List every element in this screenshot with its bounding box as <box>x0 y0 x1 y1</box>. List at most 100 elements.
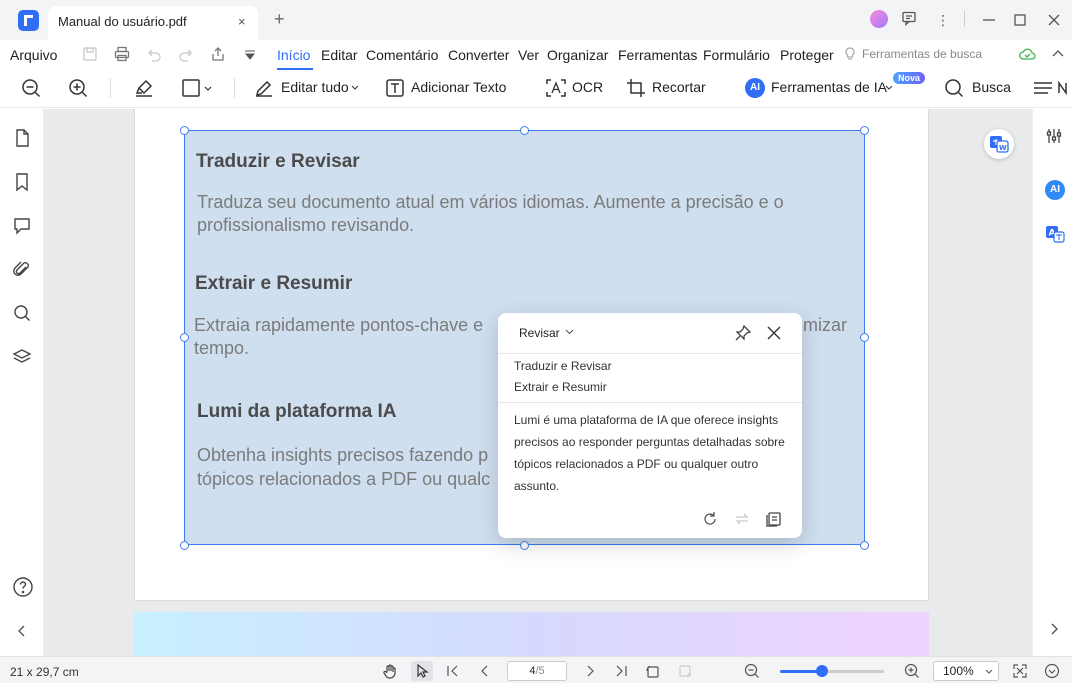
page-number-input[interactable]: 4/5 <box>507 661 567 681</box>
resize-handle[interactable] <box>520 126 529 135</box>
close-window-icon[interactable] <box>1047 10 1067 30</box>
ai-assistant-popup: Revisar Traduzir e Revisar Extrair e Res… <box>498 313 802 538</box>
menu-comment[interactable]: Comentário <box>366 47 438 63</box>
menu-file[interactable]: Arquivo <box>10 47 57 63</box>
ai-mode-dropdown: Traduzir e Revisar Extrair e Resumir <box>498 353 802 403</box>
search-label: Busca <box>972 79 1011 95</box>
resize-handle[interactable] <box>180 126 189 135</box>
next-page-icon[interactable] <box>582 663 598 679</box>
dropdown-option-summarize[interactable]: Extrair e Resumir <box>514 380 607 394</box>
menu-edit[interactable]: Editar <box>321 47 358 63</box>
collapse-right-icon[interactable] <box>1045 620 1063 638</box>
close-tab-icon[interactable]: × <box>238 14 246 29</box>
bookmark-icon[interactable] <box>12 172 32 192</box>
ai-tools-label: Ferramentas de IA <box>771 79 887 95</box>
pin-icon[interactable] <box>734 324 752 342</box>
minimize-icon[interactable] <box>982 10 1002 30</box>
svg-text:W: W <box>999 144 1007 152</box>
title-bar: Manual do usuário.pdf × + ⋮ <box>0 0 1072 40</box>
zoom-out-status-icon[interactable] <box>744 663 760 679</box>
more-tools-button[interactable] <box>1033 78 1072 98</box>
menu-form[interactable]: Formulário <box>703 47 770 63</box>
quick-access-dropdown-icon[interactable] <box>241 45 259 63</box>
zoom-in-status-icon[interactable] <box>904 663 920 679</box>
menu-bar: Arquivo Início Editar Comentário Convert… <box>0 40 1072 70</box>
pages-icon[interactable] <box>12 128 32 148</box>
more-status-icon[interactable] <box>1044 663 1060 679</box>
select-tool-icon[interactable] <box>411 661 433 681</box>
resize-handle[interactable] <box>520 541 529 550</box>
resize-handle[interactable] <box>860 333 869 342</box>
layers-icon[interactable] <box>12 347 32 367</box>
search-sidebar-icon[interactable] <box>12 303 32 323</box>
search-tools-link[interactable]: Ferramentas de busca <box>862 47 982 61</box>
hand-tool-icon[interactable] <box>382 663 398 679</box>
undo-icon[interactable] <box>145 45 163 63</box>
translate-icon[interactable]: A <box>1045 224 1065 244</box>
document-canvas[interactable]: Traduzir e Revisar Traduza seu documento… <box>44 109 1032 656</box>
menu-organize[interactable]: Organizar <box>547 47 608 63</box>
properties-icon[interactable] <box>1045 127 1063 145</box>
left-sidebar <box>0 109 44 656</box>
zoom-level-select[interactable]: 100% <box>933 661 999 681</box>
resize-handle[interactable] <box>860 126 869 135</box>
app-logo <box>18 10 39 31</box>
toolbar-divider <box>234 78 235 98</box>
cloud-sync-icon[interactable] <box>1018 46 1036 64</box>
zoom-slider-handle[interactable] <box>816 665 828 677</box>
section-body-tail: mizar <box>803 315 847 335</box>
translate-document-button[interactable]: W <box>984 129 1014 159</box>
ai-assistant-icon[interactable]: AI <box>1045 180 1065 200</box>
regenerate-icon[interactable] <box>701 510 719 528</box>
section-body: Extraia rapidamente pontos-chave e <box>194 315 484 335</box>
section-heading: Extrair e Resumir <box>195 273 353 294</box>
resize-handle[interactable] <box>180 333 189 342</box>
print-icon[interactable] <box>113 45 131 63</box>
menu-tools[interactable]: Ferramentas <box>618 47 697 63</box>
lightbulb-icon <box>842 46 858 62</box>
highlighter-icon[interactable] <box>134 78 154 98</box>
page-layout-icon[interactable] <box>677 663 693 679</box>
menu-convert[interactable]: Converter <box>448 47 509 63</box>
last-page-icon[interactable] <box>613 663 629 679</box>
collapse-left-icon[interactable] <box>12 621 32 641</box>
page-size: 21 x 29,7 cm <box>10 665 79 679</box>
document-tab[interactable]: Manual do usuário.pdf × <box>48 6 258 40</box>
ai-icon: AI <box>745 78 765 98</box>
zoom-out-icon[interactable] <box>21 78 41 98</box>
save-icon[interactable] <box>81 45 99 63</box>
shape-tool-dropdown[interactable] <box>181 78 215 98</box>
resize-handle[interactable] <box>860 541 869 550</box>
attachment-icon[interactable] <box>12 260 32 280</box>
help-icon[interactable] <box>12 576 33 597</box>
menu-view[interactable]: Ver <box>518 47 539 63</box>
fit-page-icon[interactable] <box>1012 663 1028 679</box>
total-pages: /5 <box>535 665 545 677</box>
collapse-ribbon-icon[interactable] <box>1050 46 1068 64</box>
maximize-icon[interactable] <box>1013 10 1033 30</box>
menu-home[interactable]: Início <box>277 47 310 63</box>
zoom-in-icon[interactable] <box>68 78 88 98</box>
comment-icon[interactable] <box>12 216 32 236</box>
more-vertical-icon[interactable]: ⋮ <box>933 10 953 30</box>
rotate-page-icon[interactable] <box>645 663 661 679</box>
redo-icon[interactable] <box>177 45 195 63</box>
ocr-label: OCR <box>572 79 604 95</box>
first-page-icon[interactable] <box>445 663 461 679</box>
chevron-down-icon[interactable] <box>565 327 574 336</box>
divider <box>964 11 965 27</box>
share-icon[interactable] <box>209 45 227 63</box>
new-tab-button[interactable]: + <box>274 9 285 30</box>
feedback-icon[interactable] <box>901 10 921 30</box>
dropdown-option-translate[interactable]: Traduzir e Revisar <box>514 359 612 373</box>
section-body: Obtenha insights precisos fazendo p <box>197 445 489 465</box>
previous-page-icon[interactable] <box>477 663 493 679</box>
zoom-level: 100% <box>943 664 974 678</box>
copy-icon[interactable] <box>765 510 783 528</box>
avatar[interactable] <box>870 10 888 28</box>
menu-protect[interactable]: Proteger <box>780 47 834 63</box>
close-icon[interactable] <box>765 324 783 342</box>
replace-icon[interactable] <box>733 510 751 528</box>
ai-mode-select[interactable]: Revisar <box>519 326 560 340</box>
resize-handle[interactable] <box>180 541 189 550</box>
